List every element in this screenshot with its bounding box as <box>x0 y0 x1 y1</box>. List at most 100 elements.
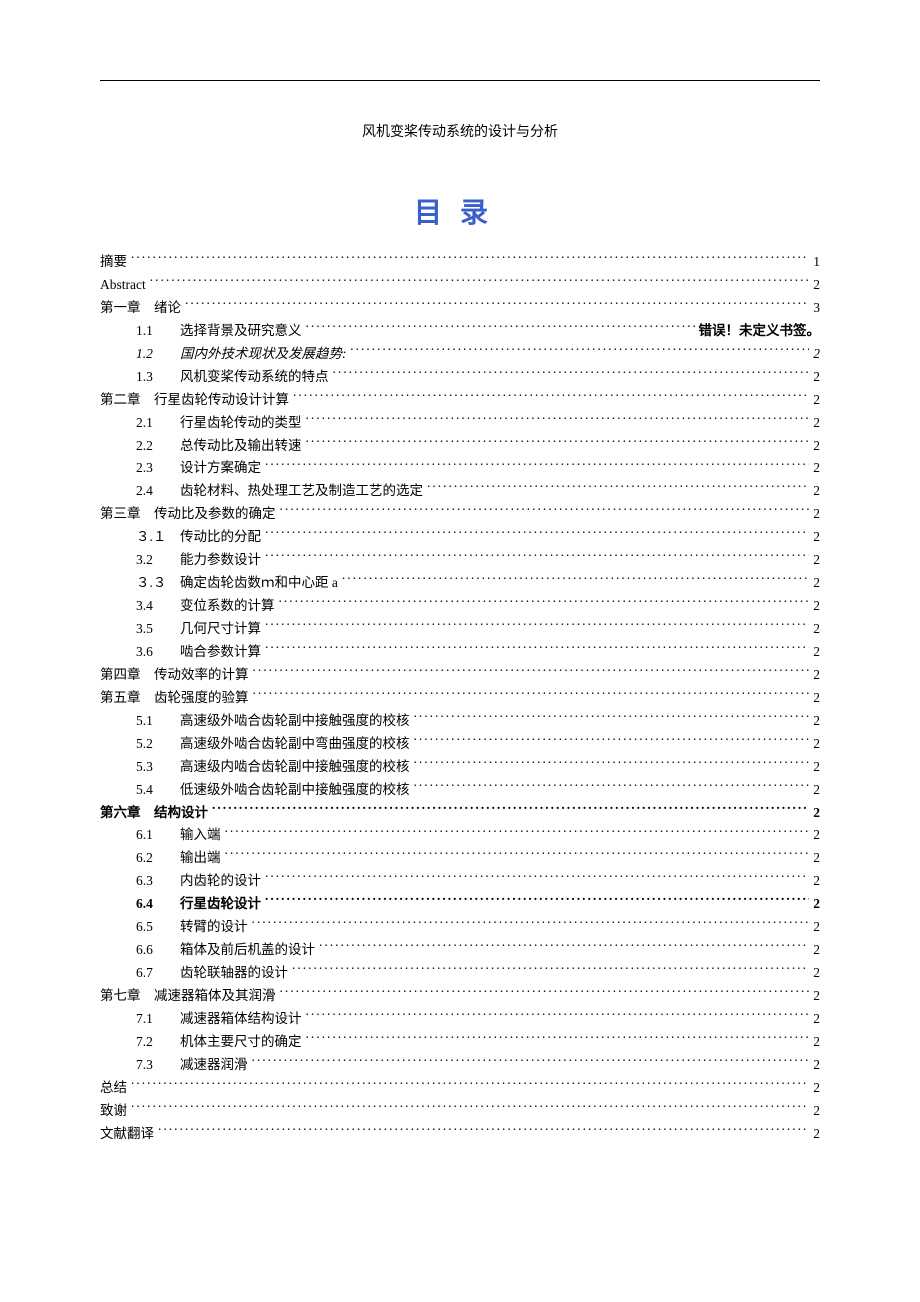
toc-entry[interactable]: 2.2总传动比及输出转速2 <box>100 435 820 458</box>
toc-entry-page: 2 <box>813 847 820 870</box>
toc-entry[interactable]: 第三章传动比及参数的确定2 <box>100 503 820 526</box>
toc-entry[interactable]: 第五章齿轮强度的验算2 <box>100 687 820 710</box>
toc-entry[interactable]: 5.3高速级内啮合齿轮副中接触强度的校核2 <box>100 756 820 779</box>
toc-entry[interactable]: 第四章传动效率的计算2 <box>100 664 820 687</box>
toc-entry[interactable]: ３.３确定齿轮齿数ｍ和中心距 a2 <box>100 572 820 595</box>
toc-entry-label: 文献翻译 <box>100 1123 154 1146</box>
toc-entry[interactable]: 5.2高速级外啮合齿轮副中弯曲强度的校核2 <box>100 733 820 756</box>
toc-entry[interactable]: 5.4低速级外啮合齿轮副中接触强度的校核2 <box>100 779 820 802</box>
toc-entry-number: 1.1 <box>136 320 170 343</box>
toc-entry-label: 摘要 <box>100 251 127 274</box>
toc-entry[interactable]: 7.3减速器润滑2 <box>100 1054 820 1077</box>
toc-entry-label: 风机变桨传动系统的特点 <box>180 366 329 389</box>
toc-entry[interactable]: 5.1 高速级外啮合齿轮副中接触强度的校核 2 <box>100 710 820 733</box>
toc-entry-page: 2 <box>813 595 820 618</box>
toc-entry-number: 7.3 <box>136 1054 170 1077</box>
toc-entry[interactable]: ３.１传动比的分配2 <box>100 526 820 549</box>
toc-entry-label: 高速级外啮合齿轮副中接触强度的校核 <box>180 710 410 733</box>
toc-leader-dots <box>280 987 810 1001</box>
toc-entry[interactable]: 6.5转臂的设计2 <box>100 916 820 939</box>
toc-entry-number: 第三章 <box>100 503 144 526</box>
toc-leader-dots <box>306 1032 810 1046</box>
toc-entry-number: 6.2 <box>136 847 170 870</box>
toc-entry[interactable]: 1.2国内外技术现状及发展趋势:2 <box>100 343 820 366</box>
toc-entry[interactable]: 6.1输入端2 <box>100 824 820 847</box>
toc-entry-number: 2.3 <box>136 457 170 480</box>
toc-entry-page: 2 <box>813 618 820 641</box>
toc-heading: 目录 <box>100 191 820 231</box>
toc-entry[interactable]: 1.1 选择背景及研究意义 错误！未定义书签。 <box>100 320 820 343</box>
toc-entry-number: 第四章 <box>100 664 144 687</box>
toc-entry-page: 2 <box>813 916 820 939</box>
toc-leader-dots <box>225 826 810 840</box>
toc-entry-label: 确定齿轮齿数ｍ和中心距 a <box>180 572 338 595</box>
toc-entry-page: 2 <box>813 779 820 802</box>
toc-leader-dots <box>252 918 810 932</box>
toc-leader-dots <box>293 390 809 404</box>
toc-entry-page: 错误！未定义书签。 <box>699 320 821 343</box>
toc-entry[interactable]: 6.3内齿轮的设计2 <box>100 870 820 893</box>
toc-entry-page: 1 <box>813 251 820 274</box>
toc-entry-page: 2 <box>813 526 820 549</box>
document-title: 风机变桨传动系统的设计与分析 <box>100 121 820 141</box>
toc-entry[interactable]: 3.2能力参数设计2 <box>100 549 820 572</box>
toc-entry-page: 2 <box>813 503 820 526</box>
toc-entry-page: 2 <box>813 1054 820 1077</box>
toc-entry[interactable]: 6.4行星齿轮设计2 <box>100 893 820 916</box>
toc-entry[interactable]: 2.3设计方案确定2 <box>100 457 820 480</box>
toc-entry[interactable]: 2.4齿轮材料、热处理工艺及制造工艺的选定2 <box>100 480 820 503</box>
toc-entry-number: 5.3 <box>136 756 170 779</box>
toc-entry[interactable]: 1.3风机变桨传动系统的特点2 <box>100 366 820 389</box>
toc-entry[interactable]: 第二章行星齿轮传动设计计算2 <box>100 389 820 412</box>
toc-entry[interactable]: 3.6啮合参数计算2 <box>100 641 820 664</box>
toc-entry[interactable]: 摘要 1 <box>100 251 820 274</box>
toc-entry[interactable]: 2.1行星齿轮传动的类型2 <box>100 412 820 435</box>
toc-entry-label: 绪论 <box>154 297 181 320</box>
toc-entry-page: 2 <box>813 549 820 572</box>
toc-entry-page: 2 <box>813 1077 820 1100</box>
toc-entry[interactable]: 6.2输出端2 <box>100 847 820 870</box>
toc-leader-dots <box>131 1101 809 1115</box>
toc-entry-label: 行星齿轮设计 <box>180 893 261 916</box>
toc-entry-number: 1.2 <box>136 343 170 366</box>
toc-entry[interactable]: 文献翻译2 <box>100 1123 820 1146</box>
toc-entry-label: 几何尺寸计算 <box>180 618 261 641</box>
toc-entry-label: 输入端 <box>180 824 221 847</box>
toc-leader-dots <box>253 665 810 679</box>
toc-entry[interactable]: 第六章结构设计2 <box>100 802 820 825</box>
toc-leader-dots <box>265 528 809 542</box>
toc-entry[interactable]: 总结2 <box>100 1077 820 1100</box>
toc-entry[interactable]: 7.1减速器箱体结构设计2 <box>100 1008 820 1031</box>
toc-entry[interactable]: 3.5几何尺寸计算2 <box>100 618 820 641</box>
toc-entry-label: 致谢 <box>100 1100 127 1123</box>
toc-entry[interactable]: 第七章减速器箱体及其润滑2 <box>100 985 820 1008</box>
toc-leader-dots <box>265 620 809 634</box>
toc-entry-label: 齿轮强度的验算 <box>154 687 249 710</box>
toc-entry-label: 齿轮联轴器的设计 <box>180 962 288 985</box>
toc-entry-page: 2 <box>813 687 820 710</box>
toc-entry-label: Abstract <box>100 274 146 297</box>
toc-entry[interactable]: 致谢2 <box>100 1100 820 1123</box>
toc-entry-label: 设计方案确定 <box>180 457 261 480</box>
toc-entry[interactable]: 第一章绪论3 <box>100 297 820 320</box>
toc-leader-dots <box>280 505 810 519</box>
toc-entry[interactable]: 3.4变位系数的计算2 <box>100 595 820 618</box>
toc-entry[interactable]: 6.7齿轮联轴器的设计2 <box>100 962 820 985</box>
toc-leader-dots <box>351 344 810 358</box>
toc-entry-label: 选择背景及研究意义 <box>180 320 302 343</box>
toc-entry-number: 6.7 <box>136 962 170 985</box>
toc-leader-dots <box>292 964 809 978</box>
toc-entry[interactable]: Abstract2 <box>100 274 820 297</box>
toc-entry-label: 传动比的分配 <box>180 526 261 549</box>
toc-entry-label: 箱体及前后机盖的设计 <box>180 939 315 962</box>
toc-entry[interactable]: 7.2机体主要尺寸的确定2 <box>100 1031 820 1054</box>
toc-entry-number: 5.1 <box>136 710 170 733</box>
toc-entry-number: 3.2 <box>136 549 170 572</box>
toc-entry-page: 2 <box>813 389 820 412</box>
toc-entry-page: 2 <box>813 1031 820 1054</box>
toc-leader-dots <box>185 298 809 312</box>
toc-entry-number: 6.5 <box>136 916 170 939</box>
toc-entry[interactable]: 6.6箱体及前后机盖的设计2 <box>100 939 820 962</box>
toc-entry-label: 低速级外啮合齿轮副中接触强度的校核 <box>180 779 410 802</box>
toc-entry-page: 2 <box>813 710 820 733</box>
